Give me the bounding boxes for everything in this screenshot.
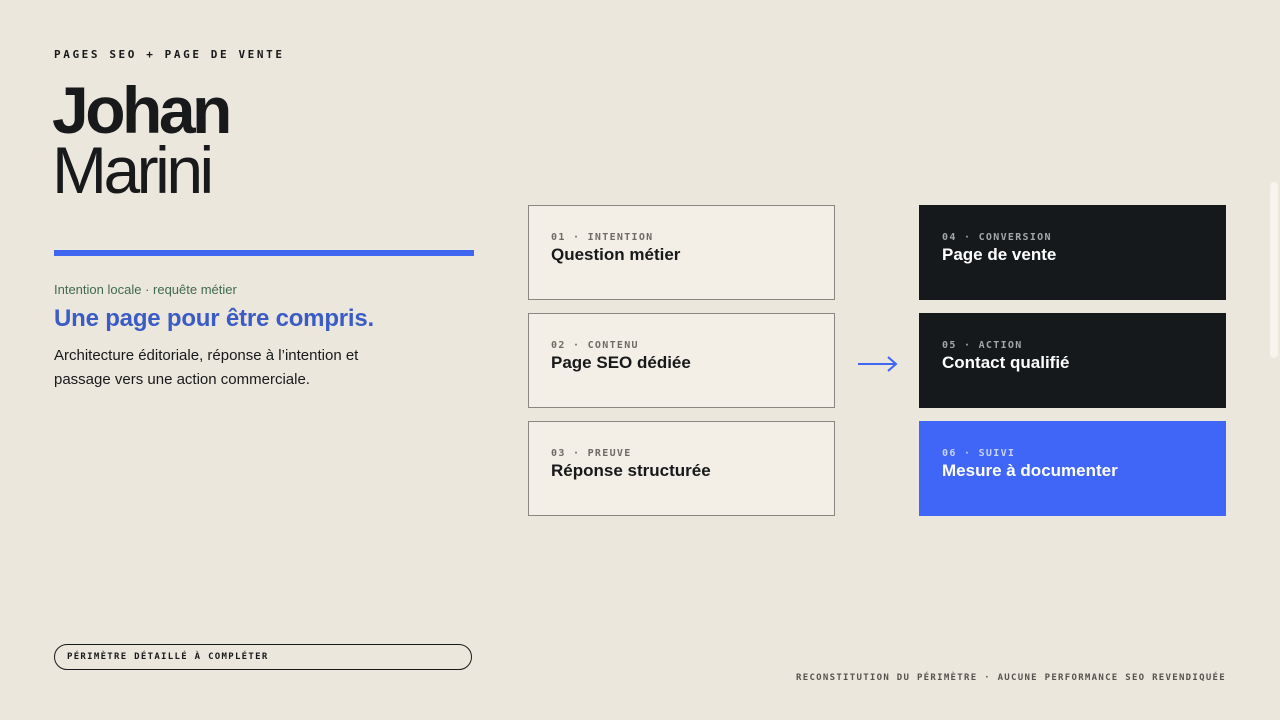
step-label: Contact qualifié — [942, 353, 1070, 372]
page-title: Johan Marini — [52, 73, 232, 207]
step-tag: 02 · CONTENU — [551, 340, 639, 351]
arrow-right-icon — [858, 356, 898, 372]
step-label: Mesure à documenter — [942, 461, 1118, 480]
step-tag: 05 · ACTION — [942, 340, 1023, 351]
step-card-action: 05 · ACTION Contact qualifié — [919, 313, 1226, 408]
step-tag: 06 · SUIVI — [942, 448, 1016, 459]
step-label: Réponse structurée — [551, 461, 711, 480]
step-label: Page de vente — [942, 245, 1057, 264]
step-card-contenu: 02 · CONTENU Page SEO dédiée — [528, 313, 835, 408]
accent-divider — [54, 250, 474, 256]
context-label: Intention locale · requête métier — [54, 282, 237, 297]
step-tag: 01 · INTENTION — [551, 232, 654, 243]
step-card-suivi: 06 · SUIVI Mesure à documenter — [919, 421, 1226, 516]
headline: Une page pour être compris. — [54, 305, 375, 332]
eyebrow-label: PAGES SEO + PAGE DE VENTE — [54, 48, 285, 61]
description-text: Architecture éditoriale, réponse à l’int… — [54, 347, 359, 388]
scope-pill: PÉRIMÈTRE DÉTAILLÉ À COMPLÉTER — [54, 644, 472, 670]
step-tag: 03 · PREUVE — [551, 448, 632, 459]
step-card-preuve: 03 · PREUVE Réponse structurée — [528, 421, 835, 516]
step-label: Page SEO dédiée — [551, 353, 691, 372]
first-name: Johan — [52, 73, 232, 147]
step-card-conversion: 04 · CONVERSION Page de vente — [919, 205, 1226, 300]
scrollbar[interactable] — [1270, 182, 1278, 358]
last-name: Marini — [52, 133, 214, 207]
step-card-intention: 01 · INTENTION Question métier — [528, 205, 835, 300]
step-tag: 04 · CONVERSION — [942, 232, 1052, 243]
footer-note: RECONSTITUTION DU PÉRIMÈTRE · AUCUNE PER… — [796, 673, 1226, 683]
step-label: Question métier — [551, 245, 681, 264]
